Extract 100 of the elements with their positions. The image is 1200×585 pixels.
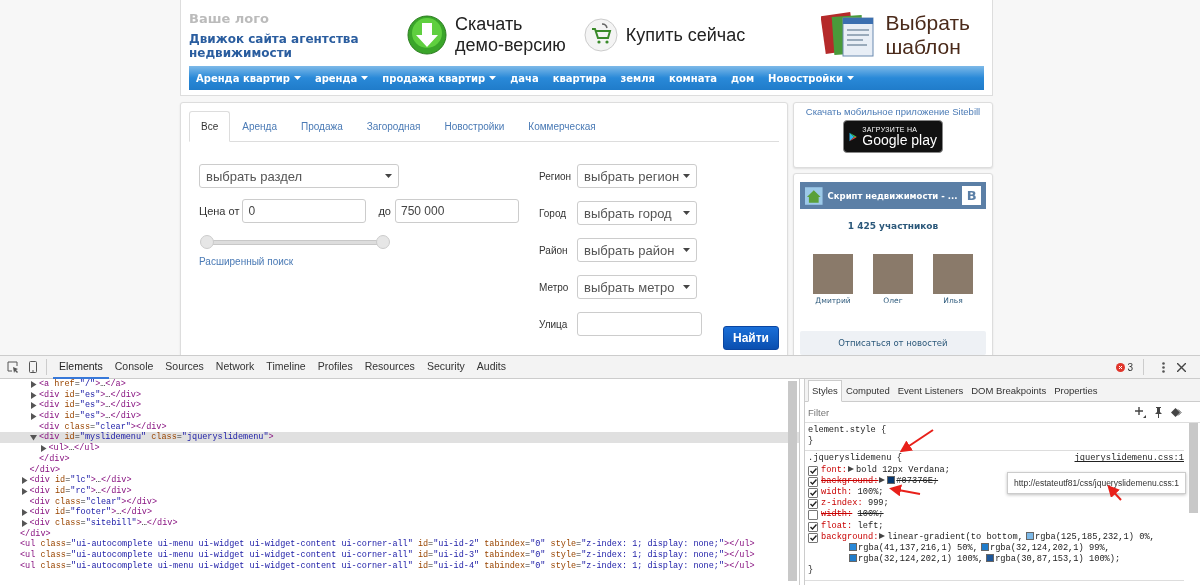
element-state-icon[interactable] bbox=[1171, 407, 1182, 417]
color-swatch-icon[interactable] bbox=[986, 554, 995, 563]
dom-node[interactable]: <div id="es">…</div> bbox=[0, 400, 799, 412]
color-swatch-icon[interactable] bbox=[849, 554, 857, 563]
dom-node[interactable]: <div class="clear"></div> bbox=[0, 421, 799, 433]
price-from-field[interactable]: 0 bbox=[242, 199, 367, 223]
dom-node[interactable]: <div id="myslidemenu" class="jqueryslidemenu"> bbox=[0, 432, 799, 444]
nav-item[interactable]: дом bbox=[724, 72, 762, 84]
expand-triangle-icon[interactable] bbox=[20, 487, 28, 495]
expand-triangle-icon[interactable] bbox=[39, 444, 47, 452]
section-select[interactable]: выбрать раздел bbox=[199, 164, 399, 188]
styles-tab[interactable]: Properties bbox=[1050, 380, 1102, 402]
dom-node[interactable]: <ul class="ui-autocomplete ui-menu ui-widget ui-widget-content ui-corner-all" id="ui-id-4" tabindex="0" style="z-index: 1; display: none;"></ul> bbox=[0, 560, 799, 572]
promo-link[interactable]: Скачать демо-версию bbox=[455, 14, 566, 56]
expand-triangle-icon[interactable] bbox=[20, 519, 28, 527]
devtools-tab[interactable]: Audits bbox=[470, 355, 512, 379]
more-icon[interactable] bbox=[1162, 361, 1165, 373]
nav-item[interactable]: Новостройки bbox=[761, 72, 862, 84]
network-logo[interactable]: В bbox=[962, 186, 981, 205]
color-swatch-icon[interactable] bbox=[980, 543, 989, 552]
property-checkbox[interactable] bbox=[808, 476, 818, 487]
styles-tab[interactable]: DOM Breakpoints bbox=[967, 380, 1051, 402]
street-field[interactable] bbox=[577, 312, 702, 336]
scrollbar-thumb[interactable] bbox=[788, 381, 797, 581]
dom-node[interactable]: <ul>…</ul> bbox=[0, 443, 799, 454]
group-title[interactable]: Скрипт недвижимости - ... bbox=[827, 190, 958, 201]
inspect-icon[interactable] bbox=[7, 361, 19, 373]
nav-item[interactable]: аренда bbox=[307, 72, 376, 84]
price-slider[interactable] bbox=[200, 235, 390, 249]
search-tab[interactable]: Все bbox=[189, 111, 231, 142]
dom-node[interactable]: <div id="rc">…</div> bbox=[0, 485, 799, 497]
pin-icon[interactable] bbox=[1154, 406, 1163, 418]
nav-item[interactable]: Аренда квартир bbox=[189, 72, 308, 84]
promo-link[interactable]: Купить сейчас bbox=[625, 24, 746, 46]
dom-node[interactable]: <ul class="ui-autocomplete ui-menu ui-widget ui-widget-content ui-corner-all" id="ui-id-3" tabindex="0" style="z-index: 1; display: none;"></ul> bbox=[0, 550, 799, 561]
slider-thumb[interactable] bbox=[376, 235, 390, 249]
phone-icon[interactable] bbox=[29, 361, 37, 373]
advanced-search-link[interactable]: Расширенный поиск bbox=[199, 256, 294, 267]
dom-node[interactable]: <div class="sitebill">…</div> bbox=[0, 517, 799, 529]
styles-tab[interactable]: Event Listeners bbox=[893, 380, 968, 402]
nav-item[interactable]: комната bbox=[661, 72, 724, 84]
price-to-field[interactable]: 750 000 bbox=[394, 199, 519, 223]
expand-triangle-icon[interactable] bbox=[20, 477, 28, 485]
filter-field[interactable]: Filter bbox=[808, 406, 1127, 418]
source-link[interactable]: jqueryslidemenu.css:1 bbox=[1074, 453, 1184, 465]
devtools-tab[interactable]: Network bbox=[209, 355, 261, 379]
expand-triangle-icon[interactable] bbox=[30, 380, 37, 388]
property-checkbox[interactable] bbox=[808, 521, 818, 532]
slider-thumb[interactable] bbox=[200, 235, 214, 249]
property-checkbox[interactable] bbox=[808, 465, 818, 476]
dom-node[interactable]: <div id="footer">…</div> bbox=[0, 507, 799, 518]
dom-node[interactable]: <div id="es">…</div> bbox=[0, 389, 799, 401]
location-select[interactable]: выбрать район bbox=[577, 238, 697, 262]
devtools-tab[interactable]: Timeline bbox=[260, 355, 312, 379]
site-title[interactable]: Движок сайта агентства недвижимости bbox=[189, 31, 379, 60]
dom-node[interactable]: <div class="clear"></div> bbox=[0, 496, 799, 508]
search-tab[interactable]: Загородная bbox=[354, 111, 433, 142]
error-count[interactable]: 3 bbox=[1127, 361, 1133, 373]
styles-tab[interactable]: Styles bbox=[808, 380, 842, 402]
expand-triangle-icon[interactable] bbox=[879, 532, 886, 539]
property-checkbox[interactable] bbox=[808, 499, 818, 510]
location-select[interactable]: выбрать метро bbox=[577, 275, 697, 299]
nav-item[interactable]: земля bbox=[613, 72, 662, 84]
location-select[interactable]: выбрать регион bbox=[577, 164, 697, 188]
promo-link[interactable]: Выбрать шаблон bbox=[885, 11, 970, 59]
expand-triangle-icon[interactable] bbox=[848, 465, 855, 472]
expand-triangle-icon[interactable] bbox=[20, 509, 28, 517]
search-button[interactable]: Найти bbox=[723, 326, 779, 350]
expand-triangle-icon[interactable] bbox=[30, 402, 37, 410]
search-tab[interactable]: Коммерческая bbox=[516, 111, 608, 142]
search-tab[interactable]: Аренда bbox=[230, 111, 289, 142]
dom-node[interactable]: <a href="/">…</a> bbox=[0, 379, 799, 390]
nav-item[interactable]: квартира bbox=[545, 72, 614, 84]
dom-node[interactable]: <div id="lc">…</div> bbox=[0, 475, 799, 486]
dom-node[interactable]: <div id="es">…</div> bbox=[0, 411, 799, 422]
devtools-tab[interactable]: Elements bbox=[53, 355, 109, 379]
color-swatch-icon[interactable] bbox=[1025, 531, 1034, 540]
expand-triangle-icon[interactable] bbox=[30, 391, 37, 399]
search-tab[interactable]: Новостройки bbox=[432, 111, 517, 142]
dom-node[interactable]: <ul class="ui-autocomplete ui-menu ui-widget ui-widget-content ui-corner-all" id="ui-id-2" tabindex="0" style="z-index: 1; display: none;"></ul> bbox=[0, 539, 799, 550]
nav-item[interactable]: дача bbox=[503, 72, 546, 84]
expand-triangle-icon[interactable] bbox=[30, 434, 37, 442]
color-swatch-icon[interactable] bbox=[849, 543, 857, 552]
app-download-link[interactable]: Скачать мобильное приложение Sitebill bbox=[805, 106, 981, 117]
expand-triangle-icon[interactable] bbox=[30, 412, 37, 420]
close-icon[interactable] bbox=[1177, 362, 1186, 372]
scrollbar-thumb[interactable] bbox=[1189, 423, 1198, 513]
devtools-tab[interactable]: Security bbox=[420, 355, 471, 379]
property-checkbox[interactable] bbox=[808, 532, 818, 543]
unsubscribe-button[interactable]: Отписаться от новостей bbox=[800, 331, 986, 355]
property-checkbox[interactable] bbox=[808, 488, 818, 498]
property-checkbox[interactable] bbox=[808, 510, 818, 521]
devtools-tab[interactable]: Profiles bbox=[311, 355, 359, 379]
devtools-tab[interactable]: Resources bbox=[358, 355, 421, 379]
styles-tab[interactable]: Computed bbox=[841, 380, 894, 402]
devtools-tab[interactable]: Sources bbox=[159, 355, 210, 379]
search-tab[interactable]: Продажа bbox=[288, 111, 355, 142]
nav-item[interactable]: продажа квартир bbox=[375, 72, 504, 84]
location-select[interactable]: выбрать город bbox=[577, 201, 697, 225]
devtools-tab[interactable]: Console bbox=[108, 355, 160, 379]
